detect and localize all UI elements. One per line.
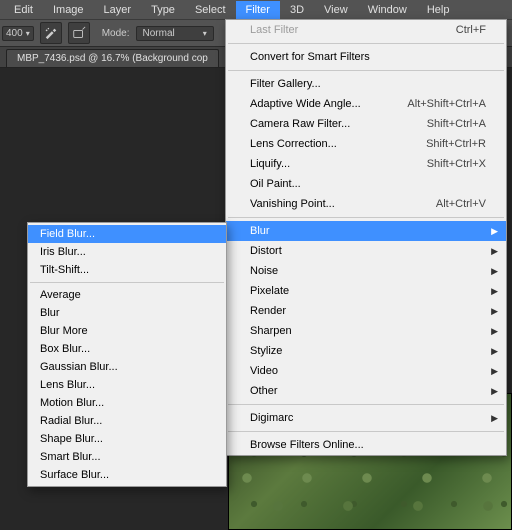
- menu-item-label: Vanishing Point...: [250, 198, 436, 210]
- menu-item-shortcut: Shift+Ctrl+A: [427, 118, 486, 130]
- submenu-item-radial-blur[interactable]: Radial Blur...: [28, 412, 226, 430]
- menu-item-label: Browse Filters Online...: [250, 439, 486, 451]
- menu-item-label: Oil Paint...: [250, 178, 486, 190]
- submenu-item-box-blur[interactable]: Box Blur...: [28, 340, 226, 358]
- menu-item-label: Sharpen: [250, 325, 486, 337]
- menu-item-label: Render: [250, 305, 486, 317]
- iso-value: 400: [6, 28, 23, 39]
- menu-item-shortcut: Shift+Ctrl+R: [426, 138, 486, 150]
- submenu-item-field-blur[interactable]: Field Blur...: [28, 225, 226, 243]
- menu-item-last-filter: Last FilterCtrl+F: [226, 20, 506, 40]
- menu-window[interactable]: Window: [358, 1, 417, 19]
- menu-layer[interactable]: Layer: [94, 1, 142, 19]
- menu-view[interactable]: View: [314, 1, 358, 19]
- separator: [228, 217, 504, 218]
- menu-item-convert-for-smart-filters[interactable]: Convert for Smart Filters: [226, 47, 506, 67]
- menu-item-label: Last Filter: [250, 24, 456, 36]
- menu-item-pixelate[interactable]: Pixelate ▶: [226, 281, 506, 301]
- menu-item-label: Pixelate: [250, 285, 486, 297]
- separator: [228, 70, 504, 71]
- menu-item-label: Adaptive Wide Angle...: [250, 98, 407, 110]
- menu-item-label: Lens Correction...: [250, 138, 426, 150]
- menu-type[interactable]: Type: [141, 1, 185, 19]
- iso-field[interactable]: 400 ▾: [2, 26, 34, 41]
- submenu-arrow-icon: ▶: [491, 366, 498, 377]
- submenu-arrow-icon: ▶: [491, 413, 498, 424]
- menu-item-sharpen[interactable]: Sharpen ▶: [226, 321, 506, 341]
- menu-item-distort[interactable]: Distort ▶: [226, 241, 506, 261]
- menu-item-shortcut: Ctrl+F: [456, 24, 486, 36]
- menu-item-filter-gallery[interactable]: Filter Gallery...: [226, 74, 506, 94]
- submenu-arrow-icon: ▶: [491, 246, 498, 257]
- tablet-pressure-icon[interactable]: [68, 22, 90, 44]
- menu-item-label: Distort: [250, 245, 486, 257]
- menu-select[interactable]: Select: [185, 1, 236, 19]
- submenu-item-tilt-shift[interactable]: Tilt-Shift...: [28, 261, 226, 279]
- filter-menu-dropdown: Last FilterCtrl+F Convert for Smart Filte…: [225, 19, 507, 456]
- menu-item-label: Noise: [250, 265, 486, 277]
- menu-edit[interactable]: Edit: [4, 1, 43, 19]
- menu-item-oil-paint[interactable]: Oil Paint...: [226, 174, 506, 194]
- submenu-arrow-icon: ▶: [491, 286, 498, 297]
- submenu-arrow-icon: ▶: [491, 346, 498, 357]
- menu-item-digimarc[interactable]: Digimarc ▶: [226, 408, 506, 428]
- menu-item-render[interactable]: Render ▶: [226, 301, 506, 321]
- menu-item-stylize[interactable]: Stylize ▶: [226, 341, 506, 361]
- menu-item-lens-correction[interactable]: Lens Correction...Shift+Ctrl+R: [226, 134, 506, 154]
- menu-help[interactable]: Help: [417, 1, 460, 19]
- submenu-arrow-icon: ▶: [491, 386, 498, 397]
- submenu-item-motion-blur[interactable]: Motion Blur...: [28, 394, 226, 412]
- blur-submenu: Field Blur...Iris Blur...Tilt-Shift... Av…: [27, 222, 227, 487]
- submenu-arrow-icon: ▶: [491, 266, 498, 277]
- menu-item-shortcut: Alt+Shift+Ctrl+A: [407, 98, 486, 110]
- separator: [228, 404, 504, 405]
- menu-item-shortcut: Alt+Ctrl+V: [436, 198, 486, 210]
- submenu-item-iris-blur[interactable]: Iris Blur...: [28, 243, 226, 261]
- menu-item-label: Convert for Smart Filters: [250, 51, 486, 63]
- blend-mode-value: Normal: [143, 28, 175, 39]
- menu-item-noise[interactable]: Noise ▶: [226, 261, 506, 281]
- separator: [228, 431, 504, 432]
- menu-item-label: Blur: [250, 225, 486, 237]
- submenu-item-smart-blur[interactable]: Smart Blur...: [28, 448, 226, 466]
- submenu-item-blur[interactable]: Blur: [28, 304, 226, 322]
- menu-item-label: Filter Gallery...: [250, 78, 486, 90]
- chevron-down-icon: ▾: [26, 29, 30, 38]
- menu-item-label: Other: [250, 385, 486, 397]
- submenu-item-shape-blur[interactable]: Shape Blur...: [28, 430, 226, 448]
- separator: [30, 282, 224, 283]
- menu-item-label: Video: [250, 365, 486, 377]
- menu-item-blur[interactable]: Blur ▶: [226, 221, 506, 241]
- menu-item-label: Camera Raw Filter...: [250, 118, 427, 130]
- menu-item-label: Digimarc: [250, 412, 486, 424]
- submenu-item-lens-blur[interactable]: Lens Blur...: [28, 376, 226, 394]
- menu-item-video[interactable]: Video ▶: [226, 361, 506, 381]
- menu-item-shortcut: Shift+Ctrl+X: [427, 158, 486, 170]
- menu-item-vanishing-point[interactable]: Vanishing Point...Alt+Ctrl+V: [226, 194, 506, 214]
- menu-filter[interactable]: Filter: [236, 1, 280, 19]
- menu-item-browse-filters-online[interactable]: Browse Filters Online...: [226, 435, 506, 455]
- menu-item-other[interactable]: Other ▶: [226, 381, 506, 401]
- blend-mode-select[interactable]: Normal ▾: [136, 26, 214, 41]
- document-tab[interactable]: MBP_7436.psd @ 16.7% (Background cop: [6, 49, 219, 67]
- menubar: EditImageLayerTypeSelectFilter3DViewWind…: [0, 0, 512, 19]
- menu-item-camera-raw-filter[interactable]: Camera Raw Filter...Shift+Ctrl+A: [226, 114, 506, 134]
- airbrush-icon[interactable]: [40, 22, 62, 44]
- submenu-arrow-icon: ▶: [491, 326, 498, 337]
- submenu-arrow-icon: ▶: [491, 226, 498, 237]
- separator: [228, 43, 504, 44]
- submenu-item-average[interactable]: Average: [28, 286, 226, 304]
- submenu-arrow-icon: ▶: [491, 306, 498, 317]
- chevron-down-icon: ▾: [203, 29, 207, 38]
- menu-3d[interactable]: 3D: [280, 1, 314, 19]
- menu-item-label: Liquify...: [250, 158, 427, 170]
- submenu-item-surface-blur[interactable]: Surface Blur...: [28, 466, 226, 484]
- menu-item-label: Stylize: [250, 345, 486, 357]
- menu-image[interactable]: Image: [43, 1, 94, 19]
- submenu-item-gaussian-blur[interactable]: Gaussian Blur...: [28, 358, 226, 376]
- menu-item-adaptive-wide-angle[interactable]: Adaptive Wide Angle...Alt+Shift+Ctrl+A: [226, 94, 506, 114]
- submenu-item-blur-more[interactable]: Blur More: [28, 322, 226, 340]
- mode-label: Mode:: [102, 28, 130, 39]
- menu-item-liquify[interactable]: Liquify...Shift+Ctrl+X: [226, 154, 506, 174]
